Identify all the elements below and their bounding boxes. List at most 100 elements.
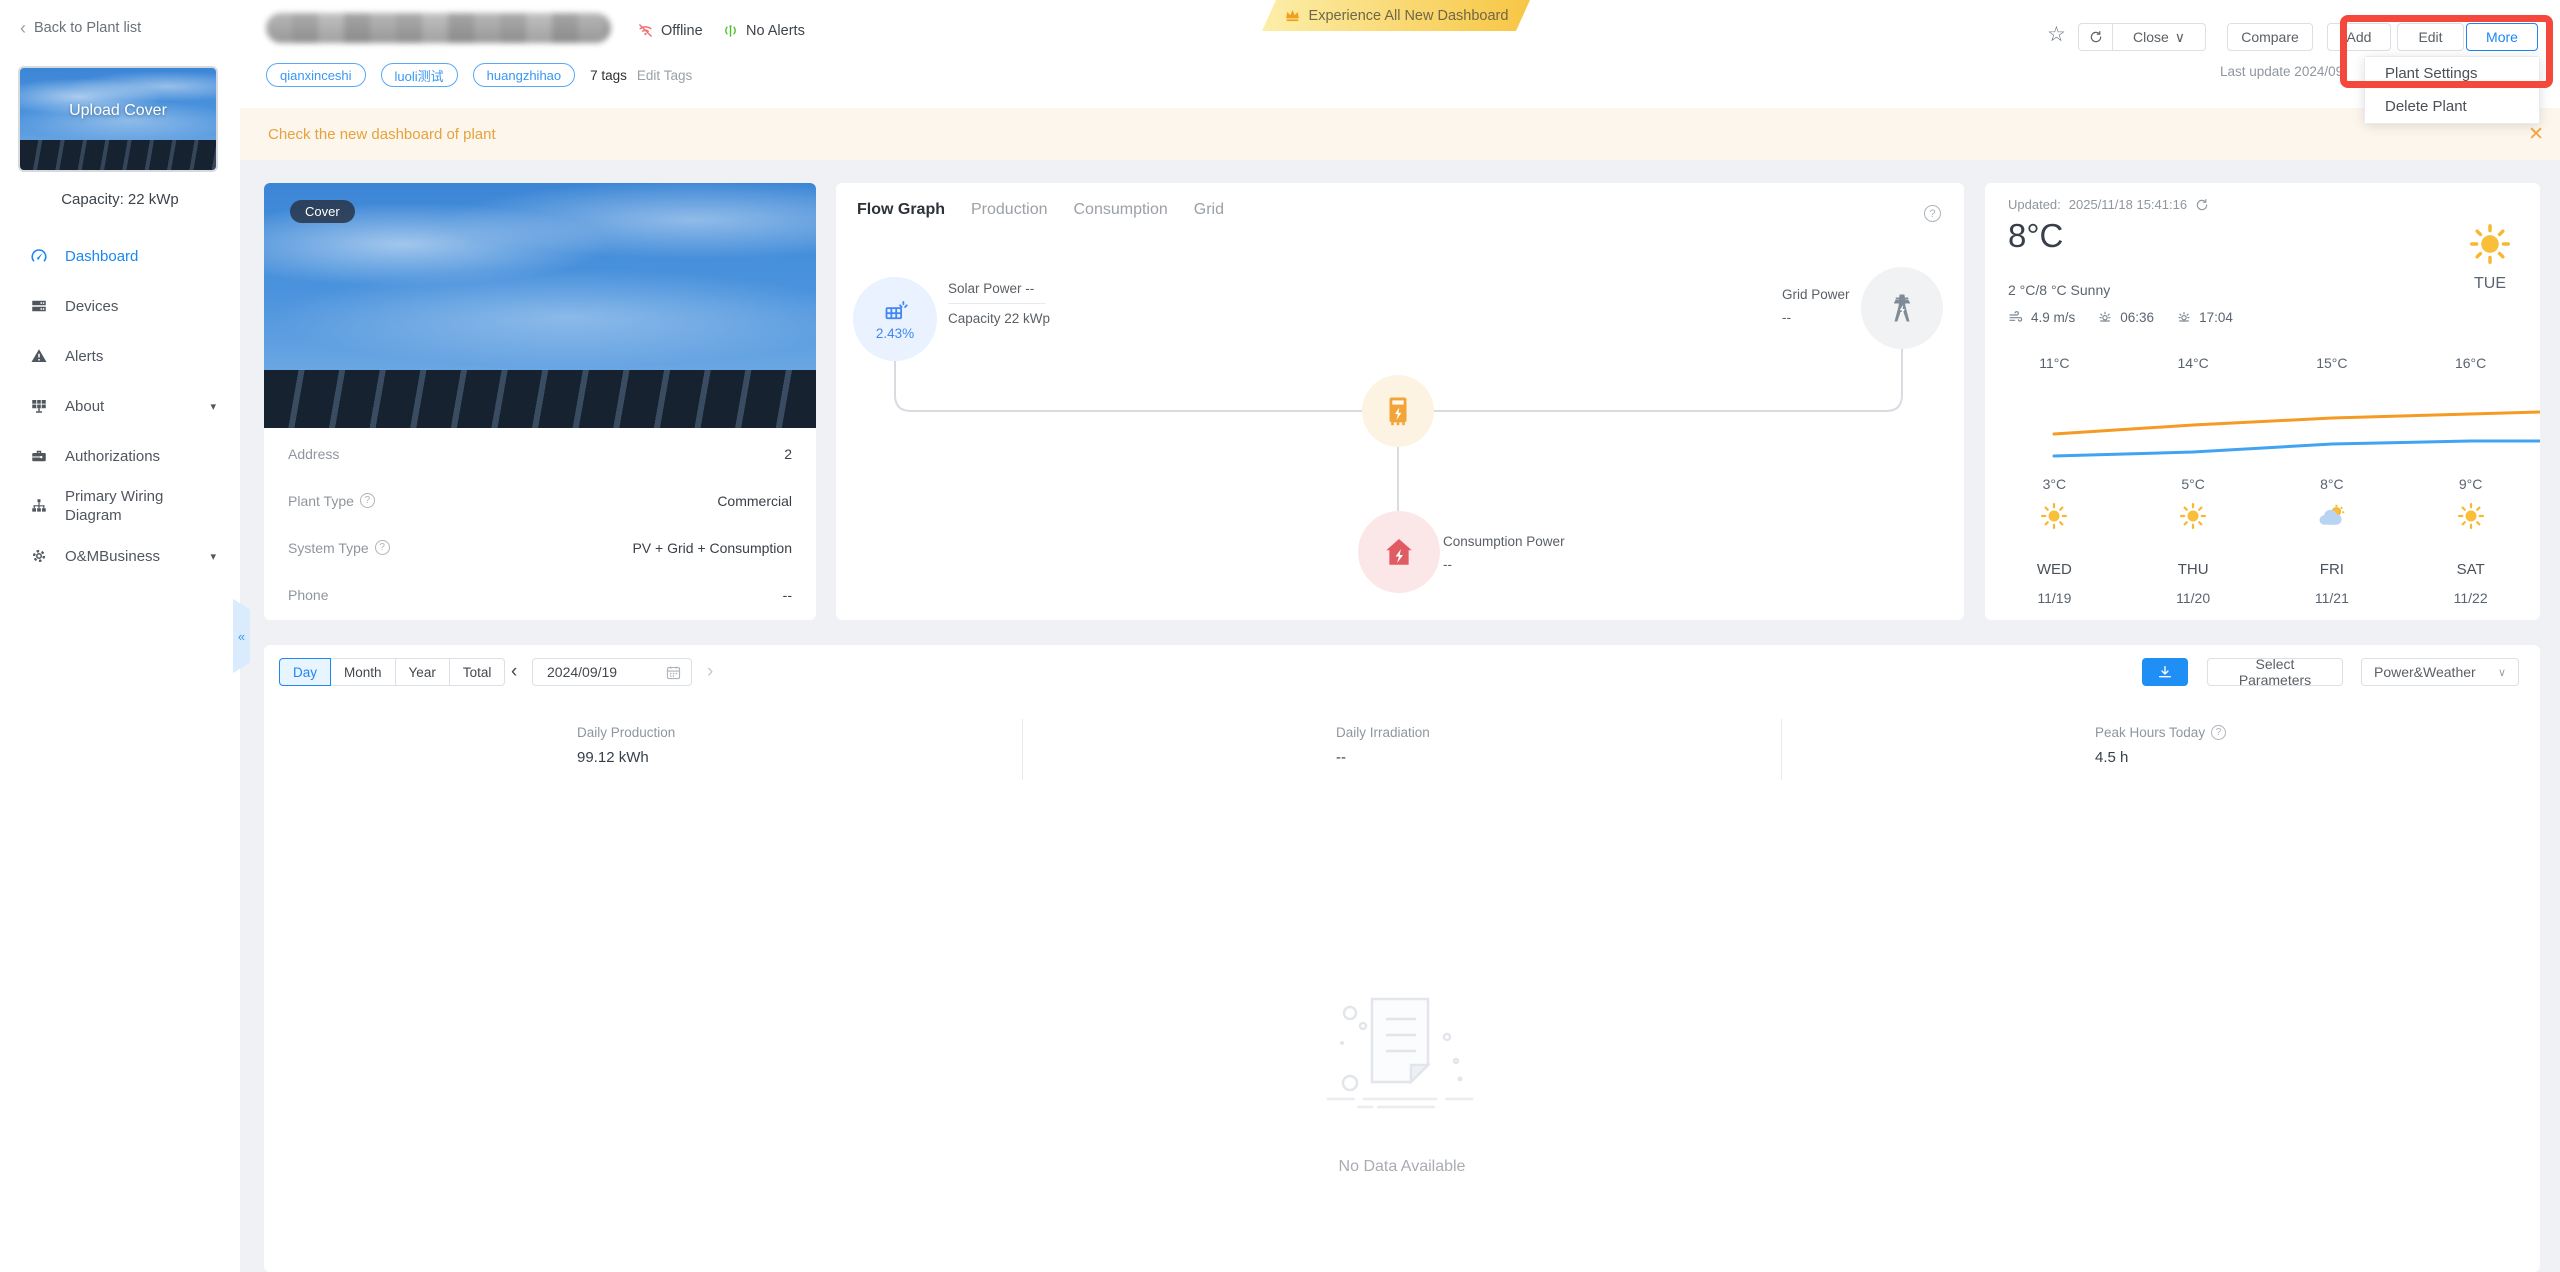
analytics-panel: Day Month Year Total ‹ 2024/09/19 › Sele…	[264, 645, 2540, 1272]
crown-icon	[1284, 7, 1301, 24]
grid-power-label: Grid Power	[1782, 283, 1850, 306]
page-header: Offline No Alerts Experience All New Das…	[240, 0, 2560, 108]
plant-cover-image[interactable]: Cover	[264, 183, 816, 428]
sidebar-item-devices[interactable]: Devices	[0, 281, 240, 331]
empty-document-icon	[1314, 981, 1490, 1131]
sidebar-item-label: Authorizations	[65, 447, 160, 466]
edit-button[interactable]: Edit	[2397, 23, 2464, 51]
forecast-high: 14°C	[2124, 355, 2263, 371]
forecast-days: WED THU FRI SAT	[1985, 561, 2540, 578]
tag-count-label: 7 tags	[590, 68, 627, 83]
sidebar-item-authorizations[interactable]: Authorizations	[0, 431, 240, 481]
forecast-high: 15°C	[2263, 355, 2402, 371]
sidebar: ‹ Back to Plant list Upload Cover Capaci…	[0, 0, 240, 1272]
tab-month[interactable]: Month	[330, 658, 396, 686]
forecast-date: 11/20	[2124, 590, 2263, 606]
flow-graph-card: Flow Graph Production Consumption Grid ?…	[836, 183, 1964, 620]
sidebar-item-om-business[interactable]: O&MBusiness ▾	[0, 531, 240, 581]
forecast-day: WED	[1985, 561, 2124, 578]
stat-value: --	[1336, 749, 1468, 766]
upload-cover-label: Upload Cover	[20, 102, 216, 120]
more-dropdown-menu: Plant Settings Delete Plant	[2364, 56, 2540, 124]
wifi-off-icon	[637, 22, 654, 39]
stat-label: Daily Irradiation	[1336, 725, 1468, 740]
tags-row: qianxinceshi luoli测试 huangzhihao 7 tags …	[266, 63, 692, 87]
close-dropdown-button[interactable]: Close ∨	[2113, 23, 2206, 51]
forecast-low: 5°C	[2124, 476, 2263, 492]
signal-icon	[722, 22, 739, 39]
sidebar-item-label: Alerts	[65, 347, 103, 366]
favorite-star-icon[interactable]: ☆	[2047, 24, 2066, 45]
solar-capacity-label: Capacity 22 kWp	[948, 311, 1050, 326]
plant-name-blurred	[266, 13, 611, 43]
inverter-node[interactable]	[1362, 375, 1434, 447]
wiring-diagram-icon	[30, 497, 48, 515]
refresh-icon[interactable]	[2195, 198, 2209, 212]
forecast-temp-lines	[1985, 183, 2540, 620]
solar-percent-label: 2.43%	[876, 326, 914, 341]
solar-monitor-icon	[30, 397, 48, 415]
menu-item-delete-plant[interactable]: Delete Plant	[2365, 90, 2539, 123]
forecast-day: SAT	[2401, 561, 2540, 578]
info-value: PV + Grid + Consumption	[632, 540, 792, 556]
new-dashboard-banner[interactable]: Experience All New Dashboard	[1262, 0, 1530, 31]
sidebar-item-primary-wiring-diagram[interactable]: Primary Wiring Diagram	[0, 481, 240, 531]
calendar-icon	[665, 664, 682, 681]
sidebar-collapse-handle[interactable]: «	[233, 599, 250, 673]
tab-total[interactable]: Total	[449, 658, 506, 686]
sidebar-item-label: Primary Wiring Diagram	[65, 487, 187, 525]
tag-pill[interactable]: luoli测试	[381, 63, 458, 87]
forecast-high-temps: 11°C 14°C 15°C 16°C	[1985, 355, 2540, 371]
tag-pill[interactable]: qianxinceshi	[266, 63, 366, 87]
sun-icon	[2039, 501, 2069, 531]
plant-info-card: Cover Address 2 Plant Type ? Commercial …	[264, 183, 816, 620]
tab-year[interactable]: Year	[395, 658, 450, 686]
help-icon[interactable]: ?	[375, 540, 390, 555]
tag-pill[interactable]: huangzhihao	[473, 63, 575, 87]
transmission-tower-icon	[1885, 291, 1919, 325]
forecast-day: THU	[2124, 561, 2263, 578]
edit-tags-link[interactable]: Edit Tags	[637, 68, 692, 83]
download-icon	[2157, 664, 2173, 680]
sunrise-icon	[2097, 309, 2113, 325]
help-icon[interactable]: ?	[360, 493, 375, 508]
sidebar-item-dashboard[interactable]: Dashboard	[0, 231, 240, 281]
parameter-filter-dropdown[interactable]: Power&Weather ∨	[2361, 658, 2519, 686]
add-button[interactable]: Add	[2327, 23, 2391, 51]
refresh-button[interactable]	[2078, 23, 2113, 51]
grid-power-value: --	[1782, 306, 1850, 329]
inverter-icon	[1381, 394, 1415, 428]
chevron-down-icon: ▾	[210, 400, 216, 413]
prev-date-button[interactable]: ‹	[511, 658, 517, 686]
compare-button[interactable]: Compare	[2227, 23, 2313, 51]
forecast-low: 3°C	[1985, 476, 2124, 492]
plant-capacity-label: Capacity: 22 kWp	[0, 191, 240, 208]
last-update-label: Last update 2024/09	[2220, 64, 2343, 79]
more-button[interactable]: More	[2466, 23, 2538, 51]
solar-power-info: Solar Power -- Capacity 22 kWp	[948, 281, 1050, 326]
menu-item-plant-settings[interactable]: Plant Settings	[2365, 57, 2539, 90]
next-date-button[interactable]: ›	[707, 658, 713, 686]
weather-card: Updated: 2025/11/18 15:41:16 8°C TUE 2 °…	[1985, 183, 2540, 620]
alert-triangle-icon	[30, 347, 48, 365]
consumption-power-node[interactable]	[1358, 511, 1440, 593]
consumption-power-value: --	[1443, 553, 1565, 576]
help-icon[interactable]: ?	[2211, 725, 2226, 740]
no-alerts-status: No Alerts	[722, 22, 805, 39]
back-to-plant-list-link[interactable]: ‹ Back to Plant list	[20, 20, 141, 36]
tab-day[interactable]: Day	[279, 658, 331, 686]
info-row-address: Address 2	[288, 430, 792, 477]
forecast-high: 16°C	[2401, 355, 2540, 371]
sidebar-item-alerts[interactable]: Alerts	[0, 331, 240, 381]
info-row-system-type: System Type ? PV + Grid + Consumption	[288, 524, 792, 571]
upload-cover-thumbnail[interactable]: Upload Cover	[18, 66, 218, 172]
download-button[interactable]	[2142, 658, 2188, 686]
select-parameters-button[interactable]: Select Parameters	[2207, 658, 2343, 686]
dashboard-gauge-icon	[30, 247, 48, 265]
stat-daily-production: Daily Production 99.12 kWh	[264, 719, 1022, 780]
date-picker-input[interactable]: 2024/09/19	[532, 658, 692, 686]
refresh-icon	[2089, 30, 2103, 44]
sidebar-item-about[interactable]: About ▾	[0, 381, 240, 431]
grid-power-node[interactable]	[1861, 267, 1943, 349]
solar-power-node[interactable]: 2.43%	[853, 277, 937, 361]
